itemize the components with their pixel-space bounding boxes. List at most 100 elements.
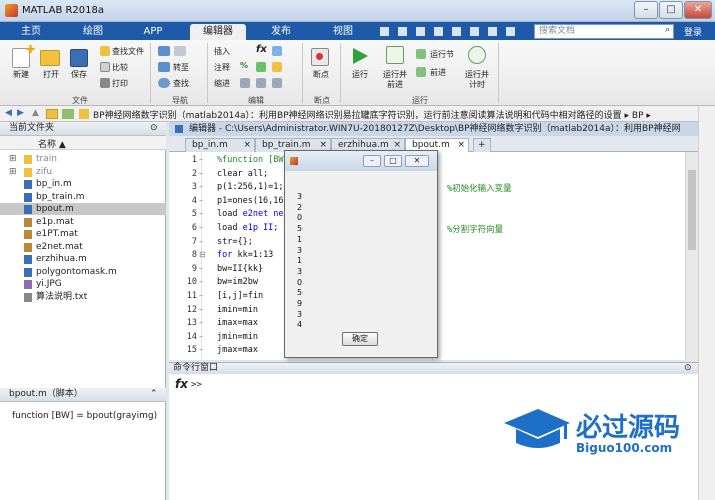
file-item[interactable]: ⊞ train xyxy=(0,153,166,165)
ok-button[interactable]: 确定 xyxy=(342,332,378,346)
advance-button[interactable]: 前进 xyxy=(430,67,446,78)
search-documentation-input[interactable]: 搜索文档 xyxy=(534,24,674,39)
file-item[interactable]: yi.JPG xyxy=(0,278,166,290)
back-arrow-icon[interactable] xyxy=(158,46,170,56)
new-tab-button[interactable]: + xyxy=(473,138,491,152)
dialog-maximize-button[interactable]: □ xyxy=(384,155,402,167)
fx-icon[interactable]: fx xyxy=(175,377,188,391)
goto-button[interactable]: 转至 xyxy=(173,62,189,73)
file-item[interactable]: e1PT.mat xyxy=(0,228,166,240)
breakpoint-gutter[interactable]: – xyxy=(199,318,203,327)
run-icon[interactable] xyxy=(350,46,370,66)
maximize-button[interactable]: □ xyxy=(659,1,683,19)
tab-view[interactable]: 视图 xyxy=(318,24,368,40)
run-section-button[interactable]: 运行节 xyxy=(430,49,454,60)
breakpoint-gutter[interactable]: – xyxy=(199,155,203,164)
digit-result: 3 xyxy=(297,192,303,201)
panel-options-icon[interactable]: ⊙ xyxy=(150,122,158,135)
run-button[interactable]: 运行 xyxy=(345,69,375,80)
editor-scrollbar[interactable] xyxy=(685,152,698,360)
run-and-time-icon[interactable] xyxy=(468,46,486,64)
folder-tree-icon[interactable] xyxy=(62,109,74,119)
file-item[interactable]: bpout.m xyxy=(0,203,166,215)
file-name: e2net.mat xyxy=(36,241,83,252)
compare-button[interactable]: 比较 xyxy=(112,62,128,73)
breakpoints-button[interactable]: 断点 xyxy=(306,69,336,80)
breakpoint-gutter[interactable]: – xyxy=(199,223,203,232)
breakpoint-gutter[interactable]: – xyxy=(199,345,203,354)
save-button[interactable]: 保存 xyxy=(64,69,94,80)
file-item[interactable]: bp_in.m xyxy=(0,178,166,190)
breakpoint-gutter[interactable]: – xyxy=(199,182,203,191)
breakpoint-gutter[interactable]: – xyxy=(199,305,203,314)
forward-nav-icon[interactable]: ▶ xyxy=(17,108,24,118)
line-number: 4 xyxy=(191,195,197,206)
print-button[interactable]: 打印 xyxy=(112,78,128,89)
separator xyxy=(498,43,499,103)
breakpoint-gutter[interactable]: – xyxy=(199,291,203,300)
insert-button[interactable]: 插入 xyxy=(214,46,230,57)
file-item[interactable]: erzhihua.m xyxy=(0,253,166,265)
close-tab-icon[interactable]: × xyxy=(457,139,465,152)
tab-plots[interactable]: 绘图 xyxy=(68,24,118,40)
breakpoint-gutter[interactable]: – xyxy=(199,277,203,286)
breakpoint-gutter[interactable]: – xyxy=(199,237,203,246)
tab-publish[interactable]: 发布 xyxy=(256,24,306,40)
search-icon[interactable]: ⌕ xyxy=(665,25,670,35)
name-column-header[interactable]: 名称 ▲ xyxy=(38,137,66,150)
comment-button[interactable]: 注释 xyxy=(214,62,230,73)
dialog-minimize-button[interactable]: – xyxy=(363,155,381,167)
increase-indent-icon[interactable] xyxy=(256,78,266,88)
expand-icon[interactable]: ⊞ xyxy=(9,166,17,178)
find-button[interactable]: 查找 xyxy=(173,78,189,89)
minimize-button[interactable]: – xyxy=(634,1,658,19)
tab-home[interactable]: 主页 xyxy=(6,24,56,40)
tab-bp-in[interactable]: bp_in.m × xyxy=(185,138,255,152)
breakpoint-gutter[interactable]: – xyxy=(199,332,203,341)
indent-button[interactable]: 缩进 xyxy=(214,78,230,89)
new-button[interactable]: 新建 xyxy=(6,69,36,80)
insert-section-icon[interactable] xyxy=(272,46,282,56)
wrap-comments-icon[interactable] xyxy=(272,62,282,72)
breakpoint-gutter[interactable]: – xyxy=(199,196,203,205)
fx-icon[interactable]: fx xyxy=(256,44,267,55)
expand-icon[interactable]: ⊞ xyxy=(9,153,17,165)
run-and-time-label-2[interactable]: 计时 xyxy=(462,79,492,90)
tab-editor[interactable]: 编辑器 xyxy=(190,24,246,40)
file-item[interactable]: e2net.mat xyxy=(0,241,166,253)
command-window-options-icon[interactable]: ⊙ xyxy=(684,363,692,374)
file-item[interactable]: 算法说明.txt xyxy=(0,291,166,303)
decrease-indent-icon[interactable] xyxy=(272,78,282,88)
open-folder-icon[interactable] xyxy=(40,50,60,66)
back-nav-icon[interactable]: ◀ xyxy=(5,108,12,118)
current-path[interactable]: BP神经网络数字识别（matlab2014a）：利用BP神经网络识别易拉罐底字符… xyxy=(93,108,651,121)
login-link[interactable]: 登录 xyxy=(684,25,702,38)
close-button[interactable]: ✕ xyxy=(684,1,712,19)
uncomment-icon[interactable] xyxy=(256,62,266,72)
up-folder-icon[interactable]: ▲ xyxy=(32,108,39,118)
breakpoint-gutter[interactable]: – xyxy=(199,209,203,218)
file-item[interactable]: ⊞ zifu xyxy=(0,166,166,178)
run-and-advance-icon[interactable] xyxy=(386,46,404,64)
open-button[interactable]: 打开 xyxy=(36,69,66,80)
details-collapse-icon[interactable]: ⌃ xyxy=(150,388,158,401)
smart-indent-icon[interactable] xyxy=(240,78,250,88)
close-tab-icon[interactable]: × xyxy=(243,139,251,152)
file-item[interactable]: polygontomask.m xyxy=(0,266,166,278)
editor-scroll-thumb[interactable] xyxy=(688,170,696,250)
line-number: 1 xyxy=(191,155,197,165)
breakpoint-gutter[interactable]: – xyxy=(199,169,203,178)
comment-percent-icon[interactable]: % xyxy=(240,61,248,70)
browse-folder-icon[interactable] xyxy=(46,109,58,119)
forward-arrow-icon[interactable] xyxy=(174,46,186,56)
file-item[interactable]: e1p.mat xyxy=(0,216,166,228)
save-disk-icon[interactable] xyxy=(70,49,88,67)
dialog-close-button[interactable]: ✕ xyxy=(405,155,429,167)
find-files-button[interactable]: 查找文件 xyxy=(112,46,144,57)
fold-icon[interactable]: ⊟ xyxy=(199,250,206,259)
code-text: str={}; xyxy=(217,236,253,247)
tab-apps[interactable]: APP xyxy=(128,24,178,40)
run-and-advance-label-2[interactable]: 前进 xyxy=(380,79,410,90)
breakpoint-gutter[interactable]: – xyxy=(199,264,203,273)
file-item[interactable]: bp_train.m xyxy=(0,191,166,203)
